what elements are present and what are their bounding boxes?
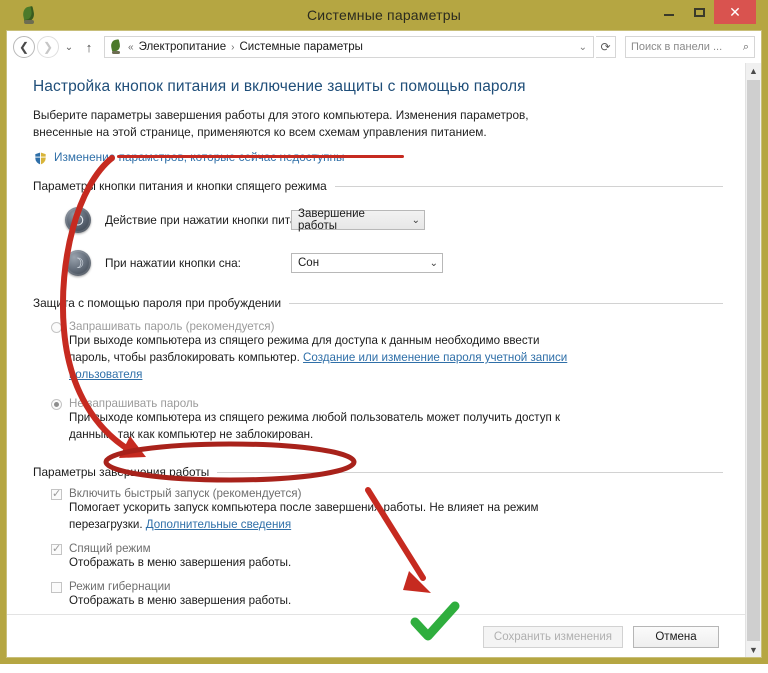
- cancel-button[interactable]: Отмена: [633, 625, 719, 648]
- power-button-icon: ⏻: [65, 207, 91, 234]
- more-info-link[interactable]: Дополнительные сведения: [146, 518, 291, 531]
- close-icon: ✕: [729, 3, 741, 20]
- refresh-icon[interactable]: ⟳: [596, 36, 616, 58]
- group-password-protection: Защита с помощью пароля при пробуждении …: [33, 296, 723, 443]
- power-glyph: ⏻: [72, 212, 84, 229]
- forward-arrow-icon[interactable]: ❯: [37, 36, 59, 58]
- chevron-up-icon[interactable]: ▲: [746, 63, 762, 79]
- window-controls: ✕: [654, 0, 756, 30]
- up-arrow-icon[interactable]: ↑: [79, 36, 99, 58]
- option-description: При выходе компьютера из спящего режима …: [69, 410, 561, 441]
- radio-button: [51, 398, 62, 410]
- checkbox: [51, 581, 62, 593]
- sleep-button-action-value: Сон: [298, 257, 320, 270]
- breadcrumb-item-power[interactable]: Электропитание: [139, 41, 227, 53]
- sleep-button-action-select[interactable]: Сон ⌄: [291, 253, 443, 274]
- group-shutdown-heading: Параметры завершения работы: [33, 465, 723, 479]
- moon-glyph: ☽: [71, 255, 85, 272]
- window-title: Системные параметры: [306, 7, 461, 23]
- checkbox: [51, 542, 62, 555]
- option-label: Не запрашивать пароль: [69, 396, 199, 410]
- chevron-down-icon: ⌄: [411, 214, 420, 226]
- checkbox-item-hibernate: Режим гибернации Отображать в меню завер…: [51, 580, 723, 610]
- window-frame: Системные параметры ✕ ❮ ❯ ⌄ ↑ « Электроп…: [0, 0, 768, 664]
- cancel-label: Отмена: [655, 630, 697, 643]
- page-intro: Выберите параметры завершения работы для…: [33, 108, 529, 140]
- chevron-down-icon: ⌄: [429, 257, 438, 269]
- minimize-button[interactable]: [654, 0, 684, 24]
- page-title: Настройка кнопок питания и включение защ…: [33, 78, 526, 95]
- divider: [217, 471, 723, 473]
- power-leaf-icon: [109, 39, 123, 54]
- group-heading-label: Параметры завершения работы: [33, 465, 210, 480]
- option-no-password: Не запрашивать пароль При выходе компьют…: [51, 397, 723, 444]
- search-placeholder: Поиск в панели ...: [631, 41, 723, 53]
- power-button-action-value: Завершение работы: [298, 208, 365, 233]
- radio-no-password[interactable]: Не запрашивать пароль: [51, 397, 723, 410]
- checkbox-description: Отображать в меню завершения работы.: [69, 593, 292, 607]
- maximize-button[interactable]: [684, 0, 714, 24]
- admin-link-label: Изменение параметров, которые сейчас нед…: [54, 150, 345, 165]
- client-area: ❮ ❯ ⌄ ↑ « Электропитание › Системные пар…: [6, 30, 762, 658]
- group-power-buttons: Параметры кнопки питания и кнопки спящег…: [33, 179, 723, 277]
- change-unavailable-settings-link[interactable]: Изменение параметров, которые сейчас нед…: [33, 150, 345, 166]
- search-icon: ⌕: [742, 40, 749, 53]
- address-breadcrumb-bar[interactable]: « Электропитание › Системные параметры ⌄: [104, 36, 594, 58]
- title-bar: Системные параметры ✕: [6, 0, 762, 30]
- checkbox-label: Спящий режим: [69, 541, 151, 555]
- breadcrumb-lead: «: [128, 41, 134, 53]
- sleep-moon-icon: ☽: [65, 250, 91, 277]
- group-heading-label: Защита с помощью пароля при пробуждении: [33, 296, 282, 311]
- checkbox: [51, 487, 62, 501]
- divider: [289, 302, 723, 304]
- checkbox-description: Отображать в меню завершения работы.: [69, 555, 292, 569]
- save-changes-button[interactable]: Сохранить изменения: [482, 625, 623, 648]
- group-heading-label: Параметры кнопки питания и кнопки спящег…: [33, 179, 327, 194]
- sleep-button-action-label: При нажатии кнопки сна:: [105, 256, 241, 271]
- save-changes-label: Сохранить изменения: [493, 630, 612, 643]
- search-input[interactable]: Поиск в панели ... ⌕: [625, 36, 755, 58]
- history-chevron-icon[interactable]: ⌄: [61, 36, 77, 58]
- radio-button: [51, 322, 62, 334]
- option-label: Запрашивать пароль (рекомендуется): [69, 320, 275, 334]
- shield-icon: [33, 151, 48, 166]
- scrollbar-thumb[interactable]: [747, 80, 760, 641]
- checkbox-label: Режим гибернации: [69, 579, 171, 593]
- divider: [334, 185, 723, 187]
- row-sleep-button-action: ☽ При нажатии кнопки сна: Сон ⌄: [33, 250, 723, 277]
- option-description: При выходе компьютера из спящего режима …: [69, 333, 569, 383]
- power-button-action-select[interactable]: Завершение работы ⌄: [291, 208, 425, 233]
- checkbox-item-fast-startup: Включить быстрый запуск (рекомендуется) …: [51, 487, 723, 534]
- checkbox-description: Помогает ускорить запуск компьютера посл…: [69, 500, 539, 534]
- vertical-scrollbar[interactable]: ▲ ▼: [745, 63, 762, 657]
- row-power-button-action: ⏻ Действие при нажатии кнопки питания: З…: [33, 207, 723, 234]
- back-arrow-icon[interactable]: ❮: [13, 36, 35, 58]
- checkbox-row[interactable]: Включить быстрый запуск (рекомендуется): [51, 487, 723, 501]
- navigation-bar: ❮ ❯ ⌄ ↑ « Электропитание › Системные пар…: [7, 31, 761, 63]
- screenshot-root: Системные параметры ✕ ❮ ❯ ⌄ ↑ « Электроп…: [0, 0, 768, 673]
- checkbox-description-text: Помогает ускорить запуск компьютера посл…: [69, 501, 539, 532]
- radio-require-password[interactable]: Запрашивать пароль (рекомендуется): [51, 320, 723, 334]
- dialog-footer: Сохранить изменения Отмена: [7, 614, 745, 657]
- checkbox-label: Включить быстрый запуск (рекомендуется): [69, 487, 302, 501]
- breadcrumb-item-system[interactable]: Системные параметры: [239, 41, 362, 53]
- chevron-down-icon[interactable]: ⌄: [579, 42, 589, 53]
- checkbox-row[interactable]: Спящий режим: [51, 542, 723, 555]
- power-button-action-label: Действие при нажатии кнопки питания:: [105, 213, 320, 228]
- option-require-password: Запрашивать пароль (рекомендуется) При в…: [51, 320, 723, 383]
- checkbox-row[interactable]: Режим гибернации: [51, 580, 723, 593]
- breadcrumb-separator: ›: [231, 41, 235, 53]
- power-leaf-icon: [20, 6, 38, 24]
- group-power-buttons-heading: Параметры кнопки питания и кнопки спящег…: [33, 179, 723, 193]
- content-wrapper: Настройка кнопок питания и включение защ…: [7, 63, 762, 657]
- chevron-down-icon[interactable]: ▼: [746, 642, 762, 657]
- group-password-heading: Защита с помощью пароля при пробуждении: [33, 296, 723, 310]
- settings-content: Настройка кнопок питания и включение защ…: [7, 63, 745, 657]
- close-button[interactable]: ✕: [714, 0, 756, 24]
- checkbox-item-sleep: Спящий режим Отображать в меню завершени…: [51, 542, 723, 572]
